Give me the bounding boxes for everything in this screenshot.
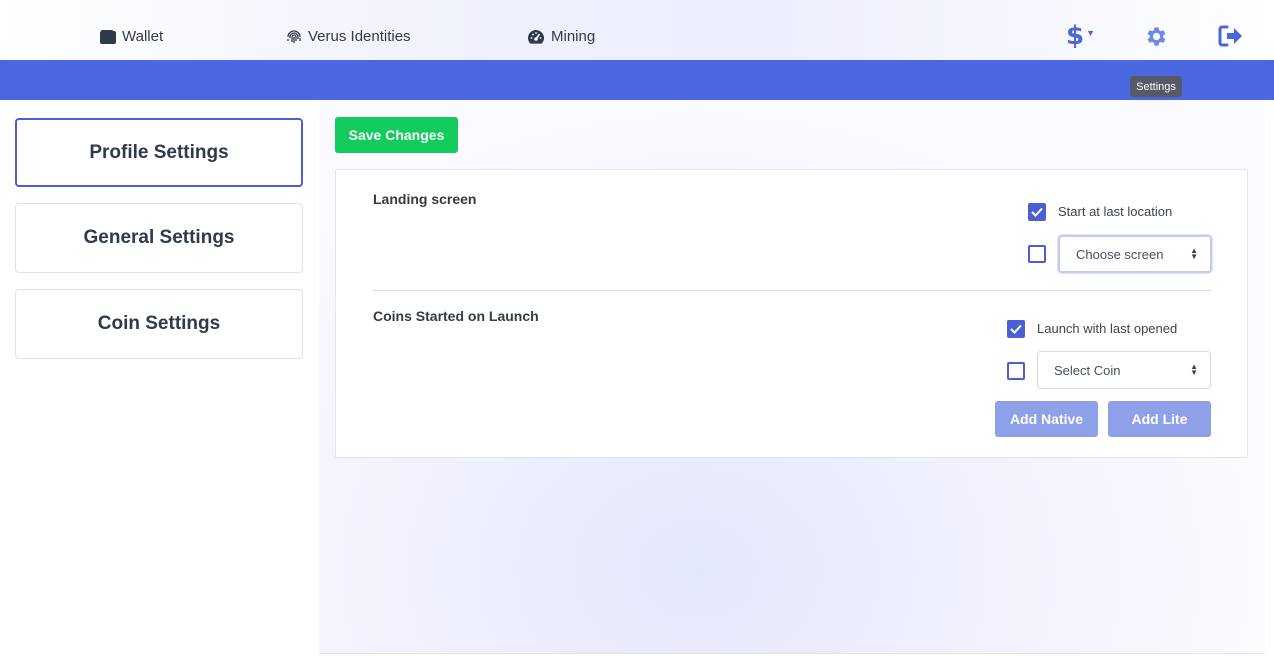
- launch-last-opened-checkbox[interactable]: [1007, 320, 1025, 338]
- select-coin-checkbox[interactable]: [1007, 362, 1025, 380]
- nav-identities-label: Verus Identities: [308, 28, 411, 45]
- nav-mining[interactable]: Mining: [527, 28, 595, 45]
- currency-dropdown[interactable]: $ ▼: [1066, 22, 1095, 50]
- top-nav: Wallet Verus Identities Mining $ ▼: [0, 0, 1274, 60]
- select-coin-value: Select Coin: [1054, 362, 1121, 378]
- header-bar: [0, 60, 1274, 100]
- landing-screen-label: Landing screen: [373, 191, 477, 207]
- start-last-location-checkbox[interactable]: [1028, 203, 1046, 221]
- dollar-icon: $: [1066, 21, 1085, 51]
- select-arrows-icon: ▲ ▼: [1190, 246, 1198, 261]
- start-last-location-label: Start at last location: [1058, 204, 1173, 219]
- save-changes-button[interactable]: Save Changes: [335, 117, 458, 153]
- settings-button[interactable]: [1144, 24, 1169, 54]
- choose-screen-value: Choose screen: [1076, 246, 1164, 262]
- choose-screen-checkbox[interactable]: [1028, 245, 1046, 263]
- sidebar-item-coin-settings[interactable]: Coin Settings: [15, 289, 303, 359]
- gear-icon: [1147, 27, 1166, 46]
- logout-button[interactable]: [1218, 24, 1244, 53]
- sign-out-icon: [1218, 25, 1242, 47]
- sidebar-item-general-settings[interactable]: General Settings: [15, 203, 303, 273]
- wallet-icon: [100, 29, 116, 44]
- select-coin-select[interactable]: Select Coin ▲ ▼: [1037, 351, 1211, 389]
- settings-sidebar: Profile Settings General Settings Coin S…: [0, 100, 319, 667]
- add-native-button[interactable]: Add Native: [995, 401, 1098, 437]
- tachometer-icon: [528, 30, 544, 44]
- caret-down-icon: ▼: [1086, 28, 1096, 38]
- select-arrows-icon: ▲ ▼: [1190, 362, 1198, 377]
- check-icon: [1010, 324, 1022, 334]
- choose-screen-select[interactable]: Choose screen ▲ ▼: [1058, 235, 1212, 273]
- nav-wallet-label: Wallet: [122, 28, 164, 45]
- sidebar-item-profile-settings[interactable]: Profile Settings: [15, 118, 303, 187]
- add-lite-button[interactable]: Add Lite: [1108, 401, 1211, 437]
- check-icon: [1031, 207, 1043, 217]
- nav-wallet[interactable]: Wallet: [100, 28, 163, 45]
- fingerprint-icon: [287, 29, 301, 43]
- settings-tooltip: Settings: [1130, 76, 1182, 97]
- nav-mining-label: Mining: [551, 28, 596, 45]
- nav-identities[interactable]: Verus Identities: [286, 28, 411, 45]
- coins-started-label: Coins Started on Launch: [373, 308, 539, 324]
- page-edge: [1265, 100, 1274, 667]
- section-divider: [373, 290, 1211, 291]
- profile-settings-card: Landing screen Start at last location Ch…: [335, 169, 1248, 458]
- page-footer-strip: [319, 654, 1274, 667]
- launch-last-opened-label: Launch with last opened: [1037, 321, 1178, 336]
